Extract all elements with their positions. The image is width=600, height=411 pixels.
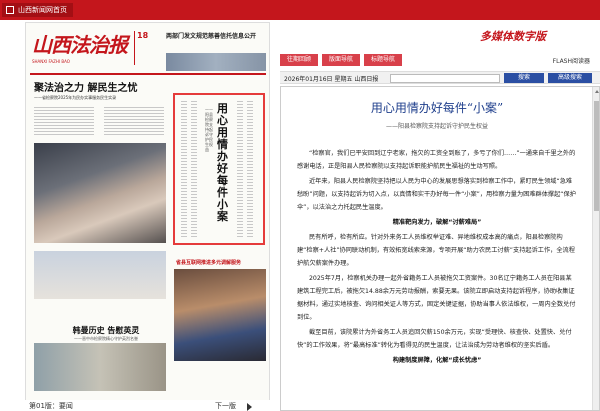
past-issues-button[interactable]: 往期回顾 bbox=[280, 54, 318, 66]
flash-reader-link[interactable]: FLASH阅读器 bbox=[553, 56, 590, 65]
masthead-logo: 山西法治报 bbox=[32, 33, 128, 57]
selected-article-title: 用心用情办好每件小案 bbox=[217, 102, 228, 223]
top-news-block[interactable]: 两部门发文规范慈善信托信息公开 bbox=[166, 31, 266, 40]
article-text-column bbox=[181, 101, 187, 237]
nav-bar: 往期回顾 版面导航 标题导航 FLASH阅读器 bbox=[280, 54, 600, 68]
selected-article-subtitle: ——阳县检察院支持起诉守护民生权益 bbox=[205, 107, 213, 152]
next-arrow-icon[interactable] bbox=[247, 403, 252, 411]
article-text-column bbox=[191, 101, 197, 237]
masthead-rule bbox=[30, 73, 266, 75]
article-paragraph: 民有所呼，检有所应。针对外来务工人员维权举证难、异地维权成本高的痛点，阳县检察院… bbox=[297, 234, 575, 267]
lead-story-subtitle: ——省检察院2025年为民办实事服务民生实录 bbox=[34, 95, 117, 100]
article-paragraph: 近年来，阳县人民检察院坚持把以人民为中心的发展思想落实到检察工作中，紧盯民生领域… bbox=[297, 178, 576, 211]
title-nav-button[interactable]: 标题导航 bbox=[364, 54, 402, 66]
article-paragraph: 截至目前，该院累计为外省务工人员追回欠薪150余万元，实现“受理快、核查快、处置… bbox=[297, 329, 572, 349]
page-nav-bar: 第01版：要闻 下一版 bbox=[25, 400, 270, 411]
page-nav-button[interactable]: 版面导航 bbox=[322, 54, 360, 66]
issue-meta: 18 bbox=[134, 31, 160, 65]
article-subtitle: ——阳县检察院支持起诉守护民生权益 bbox=[385, 123, 488, 130]
top-news-headline: 两部门发文规范慈善信托信息公开 bbox=[166, 33, 257, 40]
home-icon bbox=[6, 6, 14, 14]
scroll-thumb[interactable] bbox=[594, 101, 599, 211]
next-page-link[interactable]: 下一版 bbox=[215, 401, 236, 411]
search-input[interactable] bbox=[390, 74, 500, 83]
selected-article-area[interactable]: 用心用情办好每件小案 ——阳县检察院支持起诉守护民生权益 bbox=[173, 93, 265, 245]
top-bar: 山西新闻网首页 bbox=[0, 0, 600, 20]
newspaper-page-image[interactable]: 山西法治报 SHANXI FAZHI BAO 18 两部门发文规范慈善信托信息公… bbox=[25, 22, 270, 411]
info-bar: 2026年01月16日 星期五 山西日报 搜索 高级搜索 bbox=[280, 71, 600, 84]
lead-photo bbox=[34, 143, 166, 243]
article-paragraph: “检察官，我们已平安回到辽宁老家，拖欠的工资全到账了，多亏了你们……”一通来自千… bbox=[297, 150, 576, 170]
issue-number: 18 bbox=[137, 31, 149, 40]
article-title: 用心用情办好每件“小案” bbox=[370, 101, 504, 115]
article-scrollbar[interactable] bbox=[592, 87, 599, 410]
bottom-story-subtitle: ——晋中市检察院精心守护英烈名誉 bbox=[74, 336, 138, 341]
brand-title: 多媒体数字版 bbox=[480, 30, 546, 43]
home-link[interactable]: 山西新闻网首页 bbox=[2, 3, 73, 17]
search-button[interactable]: 搜索 bbox=[504, 73, 544, 83]
top-news-photo bbox=[166, 53, 266, 71]
home-link-label: 山西新闻网首页 bbox=[18, 6, 67, 14]
bottom-photo bbox=[34, 343, 166, 391]
scroll-up-icon[interactable] bbox=[595, 90, 599, 93]
bottom-story-title[interactable]: 韩曼历史 告慰英灵 bbox=[56, 325, 156, 336]
third-photo bbox=[174, 269, 266, 361]
lead-story-text-2 bbox=[104, 107, 164, 137]
second-photo bbox=[34, 251, 166, 299]
article-body: “检察官，我们已平安回到辽宁老家，拖欠的工资全到账了，多亏了你们……”一通来自千… bbox=[297, 147, 577, 369]
article-text-column bbox=[247, 101, 253, 237]
masthead: 山西法治报 SHANXI FAZHI BAO bbox=[32, 29, 132, 69]
advanced-search-button[interactable]: 高级搜索 bbox=[548, 73, 592, 83]
lead-story-text bbox=[34, 107, 94, 137]
article-section-heading: 精准靶向发力，破解“讨薪难局” bbox=[392, 219, 482, 226]
article-text-column bbox=[237, 101, 243, 237]
current-date: 2026年01月16日 星期五 山西日报 bbox=[284, 76, 379, 83]
masthead-sub: SHANXI FAZHI BAO bbox=[32, 59, 70, 64]
article-paragraph: 2025年7月，检察机关办理一起外省籍务工人员被拖欠工资案件。30名辽宁籍务工人… bbox=[297, 275, 576, 321]
article-panel: 用心用情办好每件“小案” ——阳县检察院支持起诉守护民生权益 “检察官，我们已平… bbox=[280, 86, 600, 411]
lead-story-title[interactable]: 聚法治之力 解民生之忧 bbox=[34, 79, 166, 94]
page-name[interactable]: 第01版：要闻 bbox=[29, 401, 73, 411]
article-section-heading: 构建制度屏障，化解“成长忧虑” bbox=[392, 357, 482, 364]
mid-story-title[interactable]: 省县互联网推进多元调解服务 bbox=[176, 259, 266, 266]
